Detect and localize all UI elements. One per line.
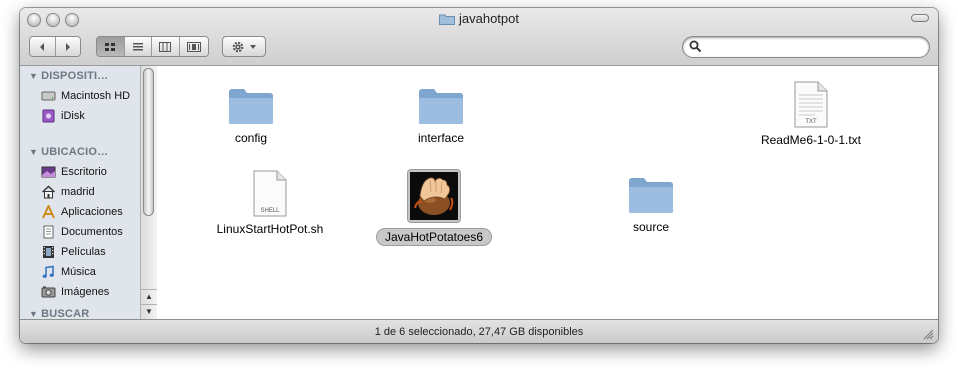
music-icon xyxy=(42,265,54,278)
status-text: 1 de 6 seleccionado, 27,47 GB disponible… xyxy=(374,326,584,338)
title-toolbar-bar: javahotpot xyxy=(20,8,938,66)
sidebar-item-label: Aplicaciones xyxy=(61,206,123,218)
chevron-down-icon xyxy=(250,44,256,49)
documents-icon xyxy=(43,225,54,239)
file-item-linux-start[interactable]: SHELL LinuxStartHotPot.sh xyxy=(200,170,340,237)
window-title-area: javahotpot xyxy=(20,11,938,26)
home-icon xyxy=(42,185,55,199)
hard-drive-icon xyxy=(41,91,56,101)
file-name: interface xyxy=(417,131,465,145)
file-name: JavaHotPotatoes6 xyxy=(376,229,492,245)
coverflow-view-button[interactable] xyxy=(179,37,208,56)
file-item-config[interactable]: config xyxy=(181,86,321,146)
sidebar-item-imagenes[interactable]: Imágenes xyxy=(41,283,109,301)
search-field[interactable] xyxy=(683,37,929,57)
file-badge: SHELL xyxy=(260,208,280,214)
sidebar-item-label: madrid xyxy=(61,186,95,198)
text-file-icon: TXT xyxy=(794,81,828,128)
file-item-readme[interactable]: TXT ReadMe6-1-0-1.txt xyxy=(741,81,881,148)
back-forward-control xyxy=(29,36,81,57)
sidebar-section-places[interactable]: ▼ UBICACIO… xyxy=(29,146,108,158)
sidebar: ▼ DISPOSITI… Macintosh HD iDisk ▼ UBICACIO… xyxy=(20,66,157,319)
file-item-interface[interactable]: interface xyxy=(371,86,511,146)
coverflow-view-icon xyxy=(186,41,201,52)
movies-icon xyxy=(43,246,54,258)
file-name: LinuxStartHotPot.sh xyxy=(216,222,324,236)
applications-icon xyxy=(42,205,55,219)
finder-window: javahotpot ▼ DISPOSITI… Macintosh HD iDi… xyxy=(20,8,938,343)
file-item-source[interactable]: source xyxy=(581,175,721,235)
folder-icon xyxy=(439,14,455,25)
sidebar-section-search[interactable]: ▼ BUSCAR xyxy=(29,308,89,319)
shell-script-icon: SHELL xyxy=(253,170,287,217)
sidebar-section-title: BUSCAR xyxy=(41,308,90,319)
sidebar-item-musica[interactable]: Música xyxy=(41,263,96,281)
sidebar-section-title: UBICACIO… xyxy=(41,146,109,158)
file-item-javahotpotatoes[interactable]: JavaHotPotatoes6 xyxy=(374,170,494,245)
folder-icon xyxy=(629,178,673,213)
gear-icon xyxy=(232,41,244,52)
search-input[interactable] xyxy=(705,39,923,57)
sidebar-item-peliculas[interactable]: Películas xyxy=(41,243,106,261)
sidebar-item-madrid[interactable]: madrid xyxy=(41,183,95,201)
list-view-icon xyxy=(132,42,143,50)
toolbar-toggle-button[interactable] xyxy=(911,14,929,22)
sidebar-item-label: Películas xyxy=(61,246,106,258)
icon-view-button[interactable] xyxy=(97,37,125,56)
file-name: config xyxy=(234,131,268,145)
sidebar-item-label: Documentos xyxy=(61,226,123,238)
window-title: javahotpot xyxy=(459,11,519,26)
icon-view-icon xyxy=(105,42,116,51)
file-name: source xyxy=(632,220,670,234)
back-button[interactable] xyxy=(30,37,56,56)
hot-potatoes-app-icon xyxy=(410,172,458,220)
sidebar-item-label: iDisk xyxy=(61,110,85,122)
scrollbar-thumb[interactable] xyxy=(143,68,154,216)
status-bar: 1 de 6 seleccionado, 27,47 GB disponible… xyxy=(20,319,938,343)
resize-grip-icon[interactable] xyxy=(923,329,934,340)
sidebar-section-title: DISPOSITI… xyxy=(41,70,109,82)
list-view-button[interactable] xyxy=(124,37,153,56)
sidebar-item-aplicaciones[interactable]: Aplicaciones xyxy=(41,203,123,221)
sidebar-item-idisk[interactable]: iDisk xyxy=(41,107,85,125)
selection-highlight xyxy=(408,170,460,222)
chevron-right-icon xyxy=(65,42,70,51)
idisk-icon xyxy=(42,109,55,123)
folder-icon xyxy=(419,89,463,124)
scroll-up-arrow[interactable]: ▲ xyxy=(141,289,157,304)
sidebar-item-documentos[interactable]: Documentos xyxy=(41,223,123,241)
desktop-icon xyxy=(41,166,56,178)
sidebar-item-macintosh-hd[interactable]: Macintosh HD xyxy=(41,87,130,105)
column-view-icon xyxy=(159,41,172,52)
column-view-button[interactable] xyxy=(152,37,180,56)
pictures-icon xyxy=(41,286,56,298)
search-icon xyxy=(689,40,702,53)
action-menu-button[interactable] xyxy=(222,36,266,57)
folder-icon xyxy=(229,89,273,124)
sidebar-item-escritorio[interactable]: Escritorio xyxy=(41,163,107,181)
sidebar-scrollbar[interactable]: ▲ ▼ xyxy=(140,66,157,319)
scroll-down-arrow[interactable]: ▼ xyxy=(141,304,157,319)
view-mode-control xyxy=(96,36,209,57)
sidebar-item-label: Música xyxy=(61,266,96,278)
sidebar-item-label: Escritorio xyxy=(61,166,107,178)
chevron-left-icon xyxy=(40,42,45,51)
sidebar-item-label: Macintosh HD xyxy=(61,90,131,102)
forward-button[interactable] xyxy=(55,37,80,56)
sidebar-section-devices[interactable]: ▼ DISPOSITI… xyxy=(29,70,109,82)
file-badge: TXT xyxy=(805,119,817,125)
sidebar-item-label: Imágenes xyxy=(61,286,110,298)
file-icon-view: config interface TXT ReadMe6-1-0-1.txt S… xyxy=(157,66,938,319)
file-name: ReadMe6-1-0-1.txt xyxy=(760,133,862,147)
